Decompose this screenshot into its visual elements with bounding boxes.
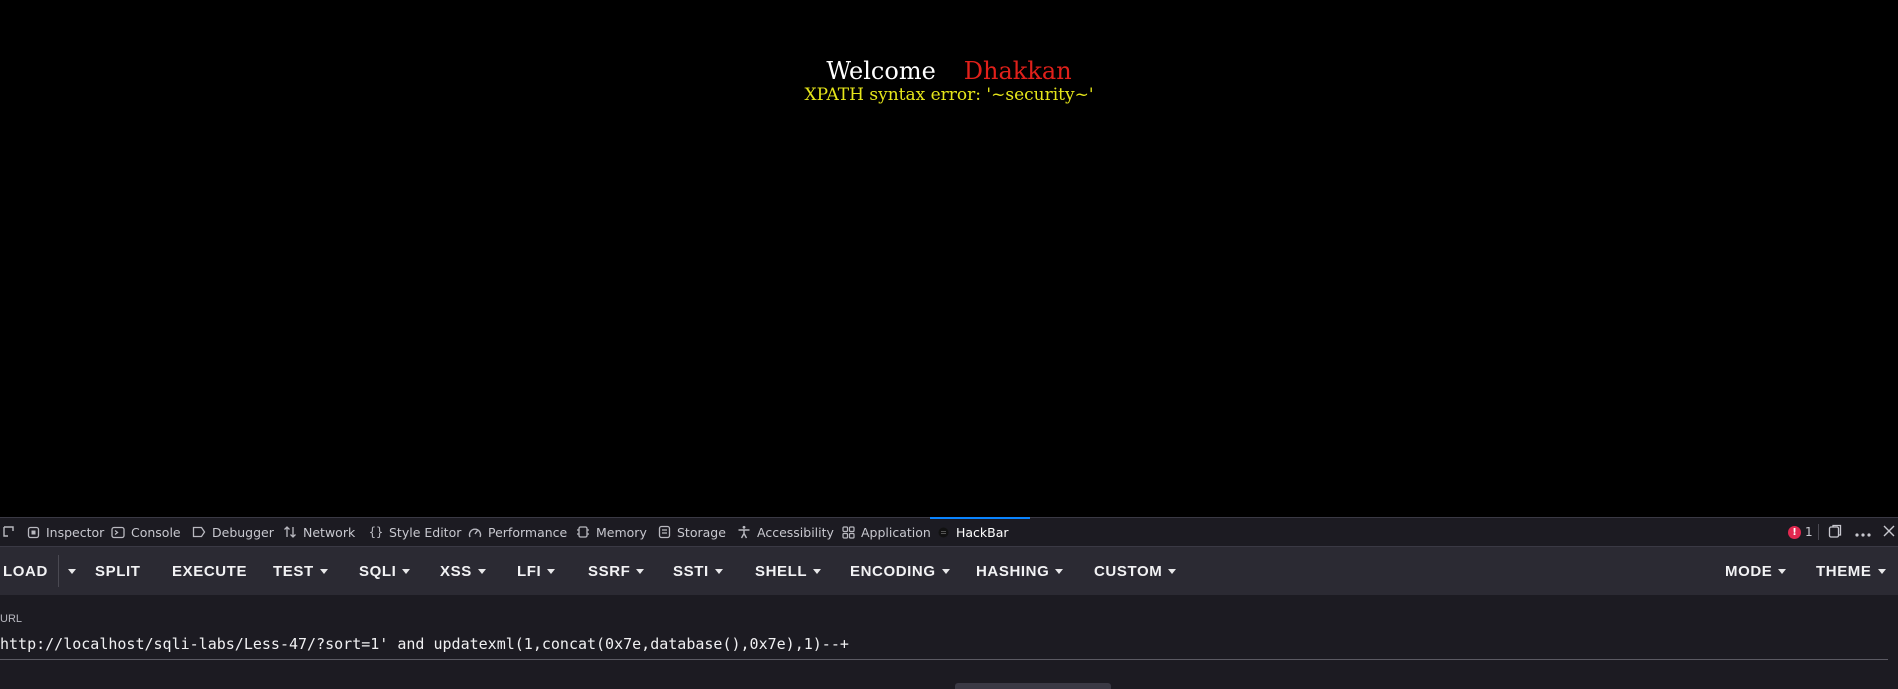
devtools-toolbar: Inspector Console Debugger Network {} St… xyxy=(0,517,1898,547)
error-message: XPATH syntax error: '~security~' xyxy=(804,85,1094,105)
error-count: 1 xyxy=(1805,525,1813,539)
tab-label: Application xyxy=(861,524,931,540)
menu-label: CUSTOM xyxy=(1094,562,1163,580)
hashing-menu[interactable]: HASHING xyxy=(976,547,1064,595)
close-devtools-button[interactable] xyxy=(1883,518,1895,546)
tab-performance[interactable]: Performance xyxy=(462,518,573,546)
console-icon xyxy=(111,525,125,539)
hackbar-icon xyxy=(936,525,950,539)
chevron-down-icon xyxy=(477,568,486,574)
tab-application[interactable]: Application xyxy=(835,518,937,546)
menu-label: SSRF xyxy=(588,562,631,580)
panel-resize-handle[interactable] xyxy=(955,683,1111,689)
chevron-down-icon xyxy=(1168,568,1177,574)
hackbar-panel: URL xyxy=(0,595,1898,689)
chevron-down-icon xyxy=(547,568,556,574)
more-options-button[interactable] xyxy=(1855,518,1871,546)
lfi-menu[interactable]: LFI xyxy=(517,547,556,595)
chevron-down-icon xyxy=(714,568,723,574)
tab-debugger[interactable]: Debugger xyxy=(186,518,280,546)
error-count-badge[interactable]: ! 1 xyxy=(1788,518,1813,546)
menu-label: SSTI xyxy=(673,562,709,580)
element-picker-button[interactable] xyxy=(0,518,22,546)
test-menu[interactable]: TEST xyxy=(273,547,328,595)
dock-options-button[interactable] xyxy=(1828,518,1842,546)
load-button[interactable]: LOAD xyxy=(3,547,48,595)
tab-inspector[interactable]: Inspector xyxy=(20,518,110,546)
inspector-icon xyxy=(26,525,40,539)
tab-label: Storage xyxy=(677,524,726,540)
dock-side-icon xyxy=(1828,524,1842,541)
chevron-down-icon xyxy=(402,568,411,574)
load-options-dropdown[interactable] xyxy=(62,547,76,595)
theme-menu[interactable]: THEME xyxy=(1816,547,1886,595)
url-input[interactable] xyxy=(0,633,1888,655)
error-icon: ! xyxy=(1788,525,1801,539)
tab-label: Memory xyxy=(596,524,647,540)
menu-label: XSS xyxy=(440,562,472,580)
tab-hackbar[interactable]: HackBar xyxy=(930,517,1030,546)
network-icon xyxy=(283,525,297,539)
welcome-line: Welcome Dhakkan xyxy=(0,56,1898,86)
chevron-down-icon xyxy=(1055,568,1064,574)
url-input-underline xyxy=(0,659,1888,660)
menu-label: HASHING xyxy=(976,562,1050,580)
tab-style-editor[interactable]: {} Style Editor xyxy=(363,518,467,546)
ssti-menu[interactable]: SSTI xyxy=(673,547,723,595)
tab-label: Performance xyxy=(488,524,568,540)
chevron-down-icon xyxy=(319,568,328,574)
welcome-text: Welcome xyxy=(826,57,936,85)
chevron-down-icon xyxy=(941,568,950,574)
tab-label: Style Editor xyxy=(389,524,462,540)
custom-menu[interactable]: CUSTOM xyxy=(1094,547,1177,595)
ssrf-menu[interactable]: SSRF xyxy=(588,547,645,595)
xss-menu[interactable]: XSS xyxy=(440,547,486,595)
tab-label: HackBar xyxy=(956,524,1009,540)
chevron-down-icon xyxy=(813,568,822,574)
menu-label: TEST xyxy=(273,562,314,580)
page-viewport: Welcome Dhakkan XPATH syntax error: '~sec… xyxy=(0,0,1898,517)
tab-label: Console xyxy=(131,524,181,540)
split-button[interactable]: SPLIT xyxy=(95,547,141,595)
chevron-down-icon xyxy=(1778,568,1787,574)
chevron-down-icon xyxy=(1877,568,1886,574)
tab-label: Debugger xyxy=(212,524,274,540)
style-editor-icon: {} xyxy=(368,525,384,539)
menu-label: ENCODING xyxy=(850,562,936,580)
performance-icon xyxy=(468,525,482,539)
tab-network[interactable]: Network xyxy=(277,518,361,546)
menu-label: SHELL xyxy=(755,562,808,580)
accessibility-icon xyxy=(737,525,751,539)
mode-menu[interactable]: MODE xyxy=(1725,547,1787,595)
tab-label: Network xyxy=(303,524,356,540)
tab-memory[interactable]: Memory xyxy=(570,518,653,546)
menu-label: MODE xyxy=(1725,562,1773,580)
menu-label: THEME xyxy=(1816,562,1872,580)
user-name: Dhakkan xyxy=(963,57,1072,85)
tab-label: Accessibility xyxy=(757,524,834,540)
toolbar-divider xyxy=(1818,524,1819,540)
encoding-menu[interactable]: ENCODING xyxy=(850,547,950,595)
url-label: URL xyxy=(0,613,23,625)
element-picker-icon xyxy=(2,525,16,539)
tab-storage[interactable]: Storage xyxy=(651,518,732,546)
menu-label: LFI xyxy=(517,562,542,580)
hackbar-menu: LOAD SPLIT EXECUTE TEST SQLI XSS LFI SSR… xyxy=(0,547,1898,595)
more-icon xyxy=(1855,525,1871,540)
shell-menu[interactable]: SHELL xyxy=(755,547,822,595)
execute-button[interactable]: EXECUTE xyxy=(172,547,247,595)
chevron-down-icon xyxy=(636,568,645,574)
tab-accessibility[interactable]: Accessibility xyxy=(731,518,840,546)
tab-console[interactable]: Console xyxy=(105,518,187,546)
debugger-icon xyxy=(192,525,206,539)
tab-label: Inspector xyxy=(46,524,105,540)
chevron-down-icon xyxy=(68,568,76,574)
sqli-menu[interactable]: SQLI xyxy=(359,547,411,595)
load-split-divider xyxy=(58,555,59,587)
storage-icon xyxy=(657,525,671,539)
memory-icon xyxy=(576,525,590,539)
application-icon xyxy=(841,525,855,539)
menu-label: SQLI xyxy=(359,562,397,580)
close-icon xyxy=(1883,525,1895,540)
